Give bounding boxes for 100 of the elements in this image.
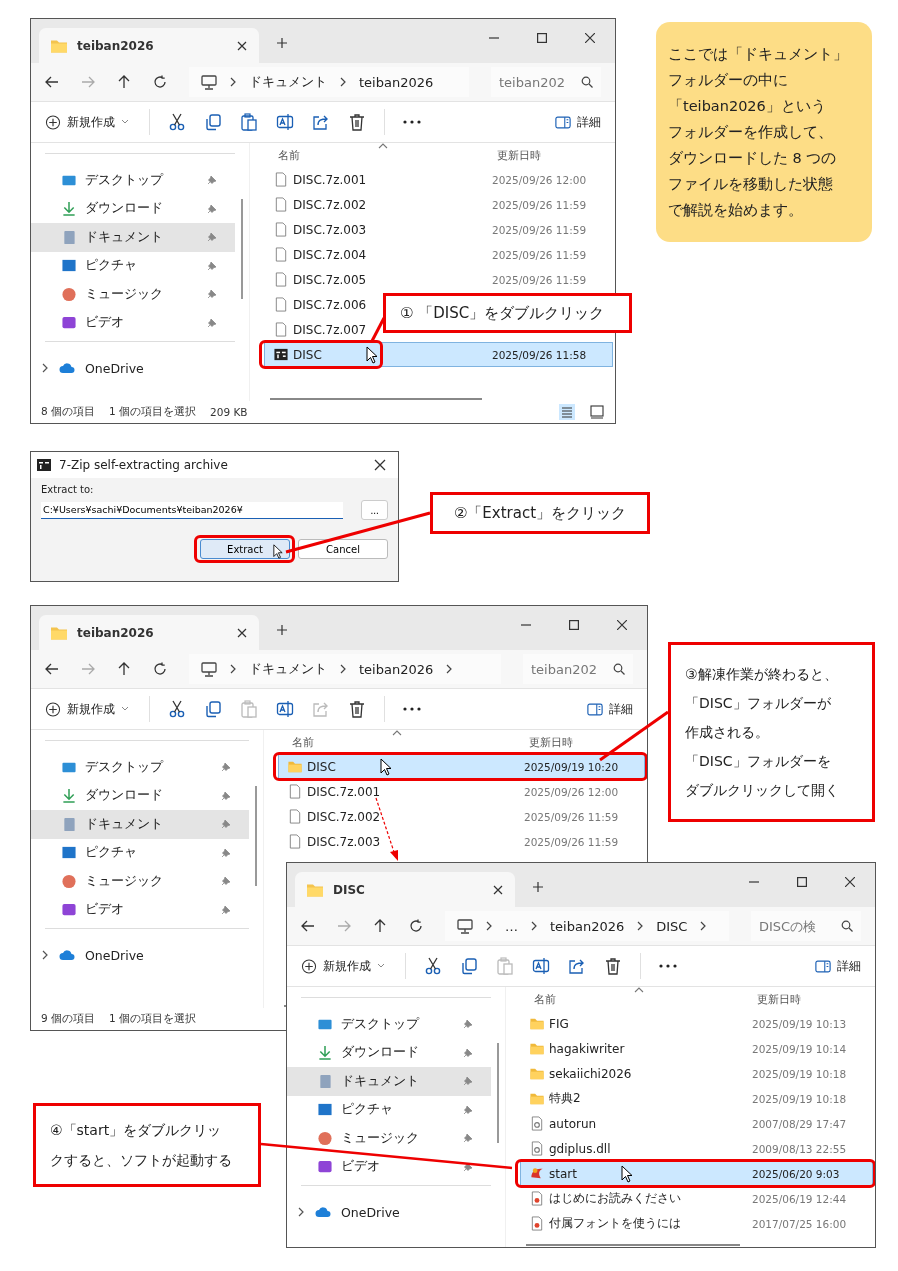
file-name: DISC.7z.004	[293, 247, 367, 262]
file-name: FIG	[549, 1016, 569, 1031]
modified-date: 2025/09/19 10:20	[524, 760, 620, 773]
sidebar-item[interactable]: デスクトップ	[31, 753, 249, 782]
address-bar[interactable]: ドキュメント teiban2026	[189, 654, 501, 684]
details-button[interactable]: 詳細	[553, 111, 603, 133]
sidebar-item[interactable]: ダウンロード	[31, 194, 235, 223]
column-header[interactable]: 更新日時	[527, 734, 647, 750]
sidebar-item[interactable]: ピクチャ	[31, 838, 249, 867]
modified-date: 2025/09/26 11:59	[524, 810, 620, 823]
sidebar-item[interactable]: ビデオ	[31, 308, 235, 337]
breadcrumb[interactable]: teiban2026	[359, 661, 434, 677]
new-button[interactable]: 新規作成	[299, 955, 387, 977]
modified-date: 2025/09/19 10:13	[752, 1017, 848, 1030]
details-button[interactable]: 詳細	[813, 955, 863, 977]
sidebar-item[interactable]: OneDrive	[287, 1198, 491, 1227]
file-row[interactable]: FIG 2025/09/19 10:13	[520, 1011, 873, 1036]
modified-date: 2007/08/29 17:47	[752, 1117, 848, 1130]
file-row[interactable]: はじめにお読みください 2025/06/19 12:44	[520, 1186, 873, 1211]
modified-date: 2025/09/19 10:18	[752, 1067, 848, 1080]
file-name: sekaiichi2026	[549, 1066, 632, 1081]
new-button[interactable]: 新規作成	[43, 698, 131, 720]
sidebar-item[interactable]: ピクチャ	[287, 1095, 491, 1124]
file-name: hagakiwriter	[549, 1041, 625, 1056]
window-tab[interactable]: teiban2026	[39, 615, 259, 650]
breadcrumb[interactable]: DISC	[656, 918, 688, 934]
file-row[interactable]: DISC.7z.006	[264, 292, 368, 317]
file-row[interactable]: 付属フォントを使うには 2017/07/25 16:00	[520, 1211, 873, 1236]
file-row[interactable]: DISC.7z.007	[264, 317, 368, 342]
file-row[interactable]: sekaiichi2026 2025/09/19 10:18	[520, 1061, 873, 1086]
file-name: DISC	[293, 347, 322, 362]
sidebar-item[interactable]: ダウンロード	[287, 1038, 491, 1067]
file-name: DISC.7z.003	[307, 834, 381, 849]
sidebar-item[interactable]: OneDrive	[31, 941, 249, 970]
modified-date: 2025/09/26 11:59	[492, 248, 588, 261]
browse-button[interactable]: ...	[361, 500, 388, 520]
callout-text: ③解凍作業が終わると、 「DISC」フォルダーが 作成される。 「DISC」フォルダーを ダブルクリックして開く	[685, 664, 839, 800]
sidebar-item[interactable]: ビデオ	[287, 1152, 491, 1181]
sidebar-item[interactable]: ミュージック	[287, 1124, 491, 1153]
address-bar[interactable]: ドキュメント teiban2026	[189, 67, 469, 97]
breadcrumb[interactable]: teiban2026	[359, 74, 434, 90]
file-row[interactable]: DISC.7z.001 2025/09/26 12:00	[278, 779, 645, 804]
file-row[interactable]: DISC.7z.002 2025/09/26 11:59	[264, 192, 613, 217]
file-row[interactable]: DISC.7z.001 2025/09/26 12:00	[264, 167, 613, 192]
file-name: 特典2	[549, 1090, 581, 1107]
cancel-button[interactable]: Cancel	[298, 539, 388, 559]
file-row[interactable]: 特典2 2025/09/19 10:18	[520, 1086, 873, 1111]
file-row[interactable]: DISC.7z.003 2025/09/26 11:59	[278, 829, 645, 854]
modified-date: 2025/09/26 11:59	[492, 223, 588, 236]
modified-date: 2025/06/20 9:03	[752, 1167, 841, 1180]
sidebar-item[interactable]: デスクトップ	[31, 166, 235, 195]
breadcrumb[interactable]: …	[505, 918, 518, 934]
sidebar-item[interactable]: ドキュメント	[287, 1067, 491, 1096]
column-header[interactable]: 更新日時	[495, 147, 615, 163]
file-name: start	[549, 1166, 577, 1181]
new-button[interactable]: 新規作成	[43, 111, 131, 133]
sidebar-item[interactable]: ドキュメント	[31, 810, 249, 839]
column-header[interactable]: 名前	[264, 734, 527, 750]
search-field[interactable]: DISCの検	[751, 911, 861, 941]
status-text: 8 個の項目	[41, 405, 96, 419]
modified-date: 2025/09/26 12:00	[492, 173, 588, 186]
sidebar-item[interactable]: ダウンロード	[31, 781, 249, 810]
sidebar-item[interactable]: ドキュメント	[31, 223, 235, 252]
search-field[interactable]: teiban202	[523, 654, 633, 684]
file-row[interactable]: DISC.7z.002 2025/09/26 11:59	[278, 804, 645, 829]
sidebar-item[interactable]: デスクトップ	[287, 1010, 491, 1039]
sidebar-item[interactable]: OneDrive	[31, 354, 235, 383]
details-button[interactable]: 詳細	[585, 698, 635, 720]
breadcrumb[interactable]: teiban2026	[550, 918, 625, 934]
file-row[interactable]: DISC.7z.004 2025/09/26 11:59	[264, 242, 613, 267]
file-row[interactable]: autorun 2007/08/29 17:47	[520, 1111, 873, 1136]
path-field[interactable]: C:¥Users¥sachi¥Documents¥teiban2026¥	[41, 501, 344, 519]
column-header[interactable]: 更新日時	[755, 991, 875, 1007]
file-name: DISC.7z.007	[293, 322, 367, 337]
sidebar-item[interactable]: ミュージック	[31, 280, 235, 309]
address-bar[interactable]: … teiban2026 DISC	[445, 911, 729, 941]
status-text: 1 個の項目を選択	[109, 1012, 197, 1026]
modified-date: 2017/07/25 16:00	[752, 1217, 848, 1230]
file-row[interactable]: hagakiwriter 2025/09/19 10:14	[520, 1036, 873, 1061]
file-name: gdiplus.dll	[549, 1141, 611, 1156]
window-tab[interactable]: teiban2026	[39, 28, 259, 63]
breadcrumb[interactable]: ドキュメント	[249, 73, 327, 91]
sidebar-item[interactable]: ミュージック	[31, 867, 249, 896]
search-field[interactable]: teiban202	[491, 67, 601, 97]
file-name: はじめにお読みください	[549, 1190, 681, 1207]
sidebar-item[interactable]: ピクチャ	[31, 251, 235, 280]
callout-text: ④「start」をダブルクリッ クすると、ソフトが起動する	[50, 1121, 232, 1170]
sidebar-item[interactable]: ビデオ	[31, 895, 249, 924]
file-row[interactable]: DISC.7z.003 2025/09/26 11:59	[264, 217, 613, 242]
callout-text: ②「Extract」をクリック	[453, 503, 627, 524]
dialog-title: 7-Zip self-extracting archive	[59, 458, 228, 472]
window-tab[interactable]: DISC	[295, 872, 515, 907]
column-header[interactable]: 名前	[250, 147, 495, 163]
column-header[interactable]: 名前	[506, 991, 755, 1007]
breadcrumb[interactable]: ドキュメント	[249, 660, 327, 678]
file-row[interactable]: gdiplus.dll 2009/08/13 22:55	[520, 1136, 873, 1161]
file-row[interactable]: DISC.7z.005 2025/09/26 11:59	[264, 267, 613, 292]
callout-text: ① 「DISC」をダブルクリック	[400, 303, 605, 324]
modified-date: 2025/09/19 10:18	[752, 1092, 848, 1105]
file-name: DISC.7z.001	[307, 784, 381, 799]
